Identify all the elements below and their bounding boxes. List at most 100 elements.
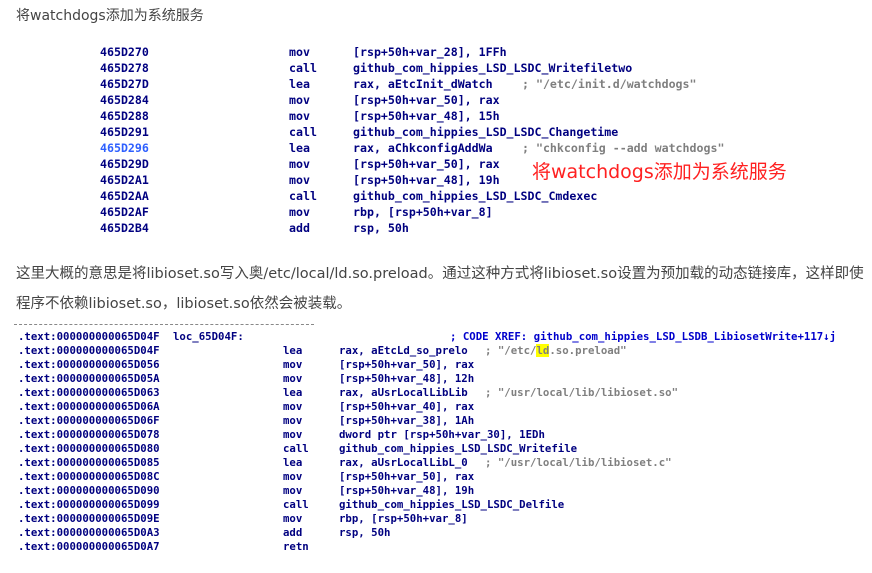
asm-row: 465D284 mov [rsp+50h+var_50], rax [0, 92, 860, 108]
asm-address: 465D291 [100, 125, 149, 139]
asm-mnemonic: mov [289, 173, 310, 187]
asm-comment: ; "/usr/local/lib/libioset.c" [485, 456, 672, 469]
asm-operands: [rsp+50h+var_48], 12h [339, 372, 475, 385]
asm-mnemonic: call [289, 189, 317, 203]
asm-operands: [rsp+50h+var_50], rax [339, 470, 475, 483]
asm-mnemonic: add [283, 526, 303, 539]
disassembly-screenshot-2: .text:000000000065D04F loc_65D04F: ; COD… [0, 324, 872, 554]
asm-operands: rax, aEtcLd_so_prelo [339, 344, 468, 357]
asm-operands: [rsp+50h+var_28], 1FFh [353, 45, 507, 59]
asm-mnemonic: mov [289, 93, 310, 107]
asm-address: .text:000000000065D04F [18, 330, 160, 343]
asm-address: .text:000000000065D06F [18, 414, 160, 427]
asm-address: .text:000000000065D085 [18, 456, 160, 469]
section-heading: 将watchdogs添加为系统服务 [16, 8, 204, 24]
asm-row: .text:000000000065D063 lea rax, aUsrLoca… [0, 386, 872, 400]
asm-mnemonic: lea [283, 456, 303, 469]
asm-address: .text:000000000065D090 [18, 484, 160, 497]
asm-address: .text:000000000065D0A3 [18, 526, 160, 539]
annotation-overlay: 将watchdogs添加为系统服务 [532, 161, 787, 183]
asm-row: 465D2B4 add rsp, 50h [0, 220, 860, 236]
asm-row: .text:000000000065D06F mov [rsp+50h+var_… [0, 414, 872, 428]
asm-operands: rax, aChkconfigAddWa [353, 141, 493, 155]
asm-address: .text:000000000065D078 [18, 428, 160, 441]
asm-comment: ; "chkconfig --add watchdogs" [522, 141, 725, 155]
asm-operands: github_com_hippies_LSD_LSDC_Cmdexec [353, 189, 598, 203]
asm-row: .text:000000000065D09E mov rbp, [rsp+50h… [0, 512, 872, 526]
asm-row: .text:000000000065D0A3 add rsp, 50h [0, 526, 872, 540]
asm-row: .text:000000000065D080 call github_com_h… [0, 442, 872, 456]
asm-operands: [rsp+50h+var_50], rax [353, 93, 500, 107]
asm-comment: ; "/etc/ld.so.preload" [485, 344, 627, 358]
asm-address: .text:000000000065D0A7 [18, 540, 160, 553]
asm-address: .text:000000000065D06A [18, 400, 160, 413]
asm-operands: rsp, 50h [339, 526, 391, 539]
asm-address: .text:000000000065D05A [18, 372, 160, 385]
asm-row: 465D27D lea rax, aEtcInit_dWatch ; "/etc… [0, 76, 860, 92]
asm-mnemonic: lea [289, 141, 310, 155]
asm-comment: ; "/usr/local/lib/libioset.so" [485, 386, 679, 399]
asm-operands: [rsp+50h+var_38], 1Ah [339, 414, 475, 427]
asm-row: 465D2AA call github_com_hippies_LSD_LSDC… [0, 188, 860, 204]
asm-row-selected: 465D296 lea rax, aChkconfigAddWa ; "chkc… [0, 140, 860, 156]
asm-address: 465D2A1 [100, 173, 149, 187]
asm-mnemonic: call [289, 125, 317, 139]
asm-row: .text:000000000065D08C mov [rsp+50h+var_… [0, 470, 872, 484]
asm-address: 465D2AA [100, 189, 149, 203]
asm-row: .text:000000000065D085 lea rax, aUsrLoca… [0, 456, 872, 470]
asm-row: .text:000000000065D056 mov [rsp+50h+var_… [0, 358, 872, 372]
asm-address: .text:000000000065D09E [18, 512, 160, 525]
asm-mnemonic: call [289, 61, 317, 75]
asm-address: .text:000000000065D08C [18, 470, 160, 483]
asm-operands: [rsp+50h+var_48], 15h [353, 109, 500, 123]
asm-mnemonic: call [283, 442, 309, 455]
asm-address: 465D27D [100, 77, 149, 91]
asm-mnemonic: mov [289, 45, 310, 59]
asm-comment: ; "/etc/init.d/watchdogs" [522, 77, 697, 91]
asm-operands: rbp, [rsp+50h+var_8] [339, 512, 468, 525]
asm-row: .text:000000000065D05A mov [rsp+50h+var_… [0, 372, 872, 386]
asm-address: 465D270 [100, 45, 149, 59]
asm-row: .text:000000000065D0A7 retn [0, 540, 872, 554]
asm-mnemonic: mov [283, 358, 303, 371]
asm-operands: [rsp+50h+var_50], rax [353, 157, 500, 171]
asm-label: loc_65D04F: [173, 330, 244, 343]
asm-address: .text:000000000065D080 [18, 442, 160, 455]
asm-operands: rax, aUsrLocalLibL_0 [339, 456, 468, 469]
asm-mnemonic: lea [283, 344, 303, 357]
asm-mnemonic: mov [283, 484, 303, 497]
asm-address: 465D2AF [100, 205, 149, 219]
asm-operands: [rsp+50h+var_50], rax [339, 358, 475, 371]
asm-xref-comment: ; CODE XREF: github_com_hippies_LSD_LSDB… [450, 330, 837, 343]
asm-address: 465D29D [100, 157, 149, 171]
asm-mnemonic: add [289, 221, 310, 235]
asm-mnemonic: lea [283, 386, 303, 399]
asm-row: .text:000000000065D04F lea rax, aEtcLd_s… [0, 344, 872, 358]
asm-row: 465D278 call github_com_hippies_LSD_LSDC… [0, 60, 860, 76]
asm-address: .text:000000000065D099 [18, 498, 160, 511]
asm-address: .text:000000000065D056 [18, 358, 160, 371]
asm-mnemonic: mov [283, 372, 303, 385]
asm-row: 465D2AF mov rbp, [rsp+50h+var_8] [0, 204, 860, 220]
asm-mnemonic: retn [283, 540, 309, 553]
asm-mnemonic: mov [289, 157, 310, 171]
asm-operands: rbp, [rsp+50h+var_8] [353, 205, 493, 219]
asm-address: 465D278 [100, 61, 149, 75]
divider [14, 324, 314, 325]
asm-row: .text:000000000065D099 call github_com_h… [0, 498, 872, 512]
comment-prefix: ; "/etc/ [485, 344, 537, 357]
asm-operands: github_com_hippies_LSD_LSDC_Changetime [353, 125, 619, 139]
asm-operands: rax, aUsrLocalLibLib [339, 386, 468, 399]
disassembly-screenshot-1: 465D270 mov [rsp+50h+var_28], 1FFh 465D2… [0, 44, 860, 244]
asm-row: 465D291 call github_com_hippies_LSD_LSDC… [0, 124, 860, 140]
asm-operands: github_com_hippies_LSD_LSDC_Writefile [339, 442, 578, 455]
asm-row: 465D270 mov [rsp+50h+var_28], 1FFh [0, 44, 860, 60]
asm-mnemonic: mov [283, 470, 303, 483]
asm-row: .text:000000000065D078 mov dword ptr [rs… [0, 428, 872, 442]
asm-operands: github_com_hippies_LSD_LSDC_Delfile [339, 498, 565, 511]
asm-address: .text:000000000065D063 [18, 386, 160, 399]
asm-row: 465D288 mov [rsp+50h+var_48], 15h [0, 108, 860, 124]
asm-mnemonic: lea [289, 77, 310, 91]
asm-row-cut-off [0, 236, 860, 244]
comment-suffix: .so.preload" [549, 344, 627, 357]
